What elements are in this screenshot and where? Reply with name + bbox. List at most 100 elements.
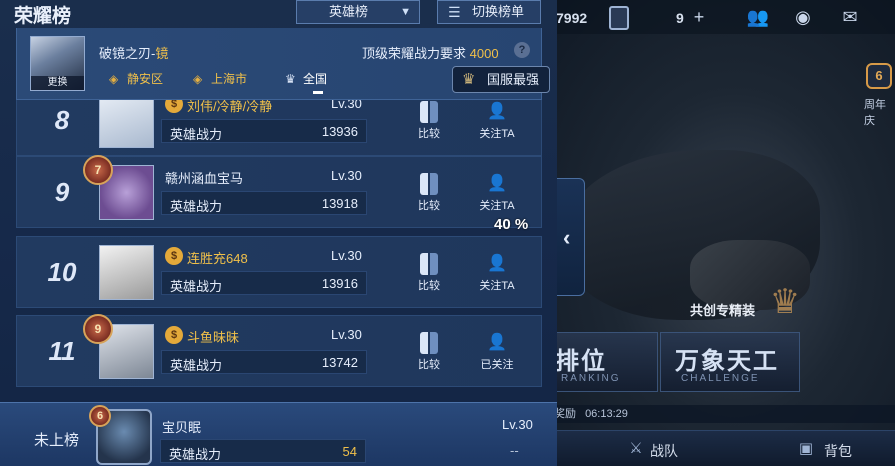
challenge-mode-label: 万象天工 [675,348,779,375]
region-tab-city[interactable]: ◈ 上海市 [193,69,247,89]
rank-number: 11 [48,336,76,366]
follow-icon: 👤 [487,255,507,272]
follow-button[interactable]: 👤 关注TA [475,173,519,217]
equip-button[interactable]: 共创专精装 [680,298,780,324]
follow-label: 关注TA [479,200,515,212]
player-avatar[interactable] [99,93,154,148]
requirement-text: 顶级荣耀战力要求 4000 [362,46,499,61]
power-label: 英雄战力 [170,127,223,142]
national-best-button[interactable]: ♛ 国服最强 [452,66,550,93]
self-rank-badge: 6 [89,405,111,427]
compare-button[interactable]: 比较 [407,101,451,145]
follow-icon: 👤 [487,103,507,120]
player-level: Lv.30 [331,248,362,263]
compare-label: 比较 [418,128,440,140]
power-value: 13936 [321,124,358,139]
bottom-nav: ⚔ 战队 ▣ 背包 [540,430,895,466]
eye-icon[interactable]: ◉ [790,6,816,28]
loading-percent: 40 % [494,216,529,233]
national-best-label: 国服最强 [487,72,540,87]
compare-button[interactable]: 比较 [407,173,451,217]
challenge-mode-tile[interactable]: 万象天工 CHALLENGE [660,332,800,392]
ranked-mode-en: RANKING [561,373,621,384]
compare-button[interactable]: 比较 [407,332,451,376]
anniversary-icon[interactable]: 6 [866,63,892,89]
followed-button[interactable]: 👤 已关注 [475,332,519,376]
add-friend-icon[interactable]: + [686,6,712,28]
rank-badge: 7 [83,155,113,185]
self-rank-dash: -- [510,443,519,458]
player-level: Lv.30 [331,327,362,342]
ranking-row[interactable]: 11 9 $ 斗鱼昧昧 Lv.30 英雄战力 13742 比较 👤 已关注 [16,314,542,387]
compare-button[interactable]: 比较 [407,253,451,297]
hero-card: 更换 破镜之刃-镜 顶级荣耀战力要求 4000 ? ◈ 静安区 ◈ 上海市 ♛ 全国 … [16,28,550,100]
region-tab-national[interactable]: ♛ 全国 [285,69,327,89]
self-level: Lv.30 [502,417,533,432]
ranking-panel: 荣耀榜 英雄榜 ▼ ☰ 切换榜单 8 $ 刘伟/冷静/冷静 Lv.30 英雄战力 … [0,0,557,466]
panel-title: 荣耀榜 [14,6,72,27]
compare-label: 比较 [418,200,440,212]
currency-count: 7992 [556,10,588,26]
power-box: 英雄战力 13936 [161,119,367,143]
self-rank-label: 未上榜 [34,432,80,449]
location-pin-icon: ◈ [193,72,203,86]
nav-bag[interactable]: 背包 [824,441,852,461]
power-label: 英雄战力 [170,279,223,294]
team-icon: ⚔ [629,440,643,457]
power-label: 英雄战力 [170,358,223,373]
mail-icon[interactable]: ✉ [837,6,863,28]
self-power-value: 54 [342,444,357,459]
ranking-row[interactable]: 10 $ 连胜充648 Lv.30 英雄战力 13916 比较 👤 关注TA [16,236,542,308]
power-label: 英雄战力 [169,447,222,462]
self-ranking-row: 未上榜 6 宝贝眠 Lv.30 英雄战力 54 -- [0,402,557,466]
reward-label: 奖励 [554,408,576,420]
power-value: 13916 [321,276,358,291]
game-backdrop [540,0,895,466]
self-power-box: 英雄战力 54 [160,439,366,463]
follow-button[interactable]: 👤 关注TA [475,253,519,297]
money-bag-icon: $ [165,326,183,344]
collapse-panel-button[interactable]: ‹ [557,178,585,296]
location-pin-icon: ◈ [109,72,119,86]
swap-hero-button[interactable]: 更换 [31,76,84,90]
ranked-mode-tile[interactable]: 排位 RANKING [540,332,658,392]
ranking-row[interactable]: 9 7 赣州涵血宝马 Lv.30 英雄战力 13918 比较 👤 关注TA [16,155,542,228]
friend-count: 9 [676,10,684,26]
money-bag-icon: $ [165,247,183,265]
reward-timer: 06:13:29 [585,408,628,420]
follow-label: 已关注 [480,359,514,371]
power-value: 13742 [321,355,358,370]
compare-label: 比较 [418,280,440,292]
player-name: $ 连胜充648 [165,247,248,267]
rank-badge: 9 [83,314,113,344]
follow-button[interactable]: 👤 关注TA [475,101,519,145]
compare-icon [420,101,438,123]
follow-label: 关注TA [479,280,515,292]
friends-icon[interactable]: 👥 [745,6,771,28]
active-tab-indicator [313,91,323,94]
crown-icon: ♛ [462,71,476,88]
compare-icon [420,332,438,354]
power-label: 英雄战力 [170,199,223,214]
hero-list-select[interactable]: 英雄榜 ▼ [296,0,420,24]
card-icon[interactable] [609,6,629,30]
player-avatar[interactable] [99,245,154,300]
anniversary-label: 周年庆 [864,99,886,127]
switch-list-label: 切换榜单 [472,4,525,19]
hero-avatar[interactable]: 更换 [30,36,85,91]
challenge-mode-en: CHALLENGE [681,373,760,384]
power-box: 英雄战力 13916 [161,271,367,295]
hero-name: 破镜之刃-镜 [99,46,169,61]
follow-label: 关注TA [479,128,515,140]
switch-list-button[interactable]: ☰ 切换榜单 [437,0,541,24]
nav-team[interactable]: 战队 [650,441,678,461]
power-box: 英雄战力 13742 [161,350,367,374]
bag-icon: ▣ [798,440,814,457]
rank-number: 10 [47,257,77,287]
rank-number: 8 [54,105,70,135]
player-name: $ 斗鱼昧昧 [165,326,239,346]
region-tab-district[interactable]: ◈ 静安区 [109,69,163,89]
reward-timer-row: 奖励 06:13:29 [540,405,895,423]
help-icon[interactable]: ? [514,42,530,58]
player-level: Lv.30 [331,168,362,183]
